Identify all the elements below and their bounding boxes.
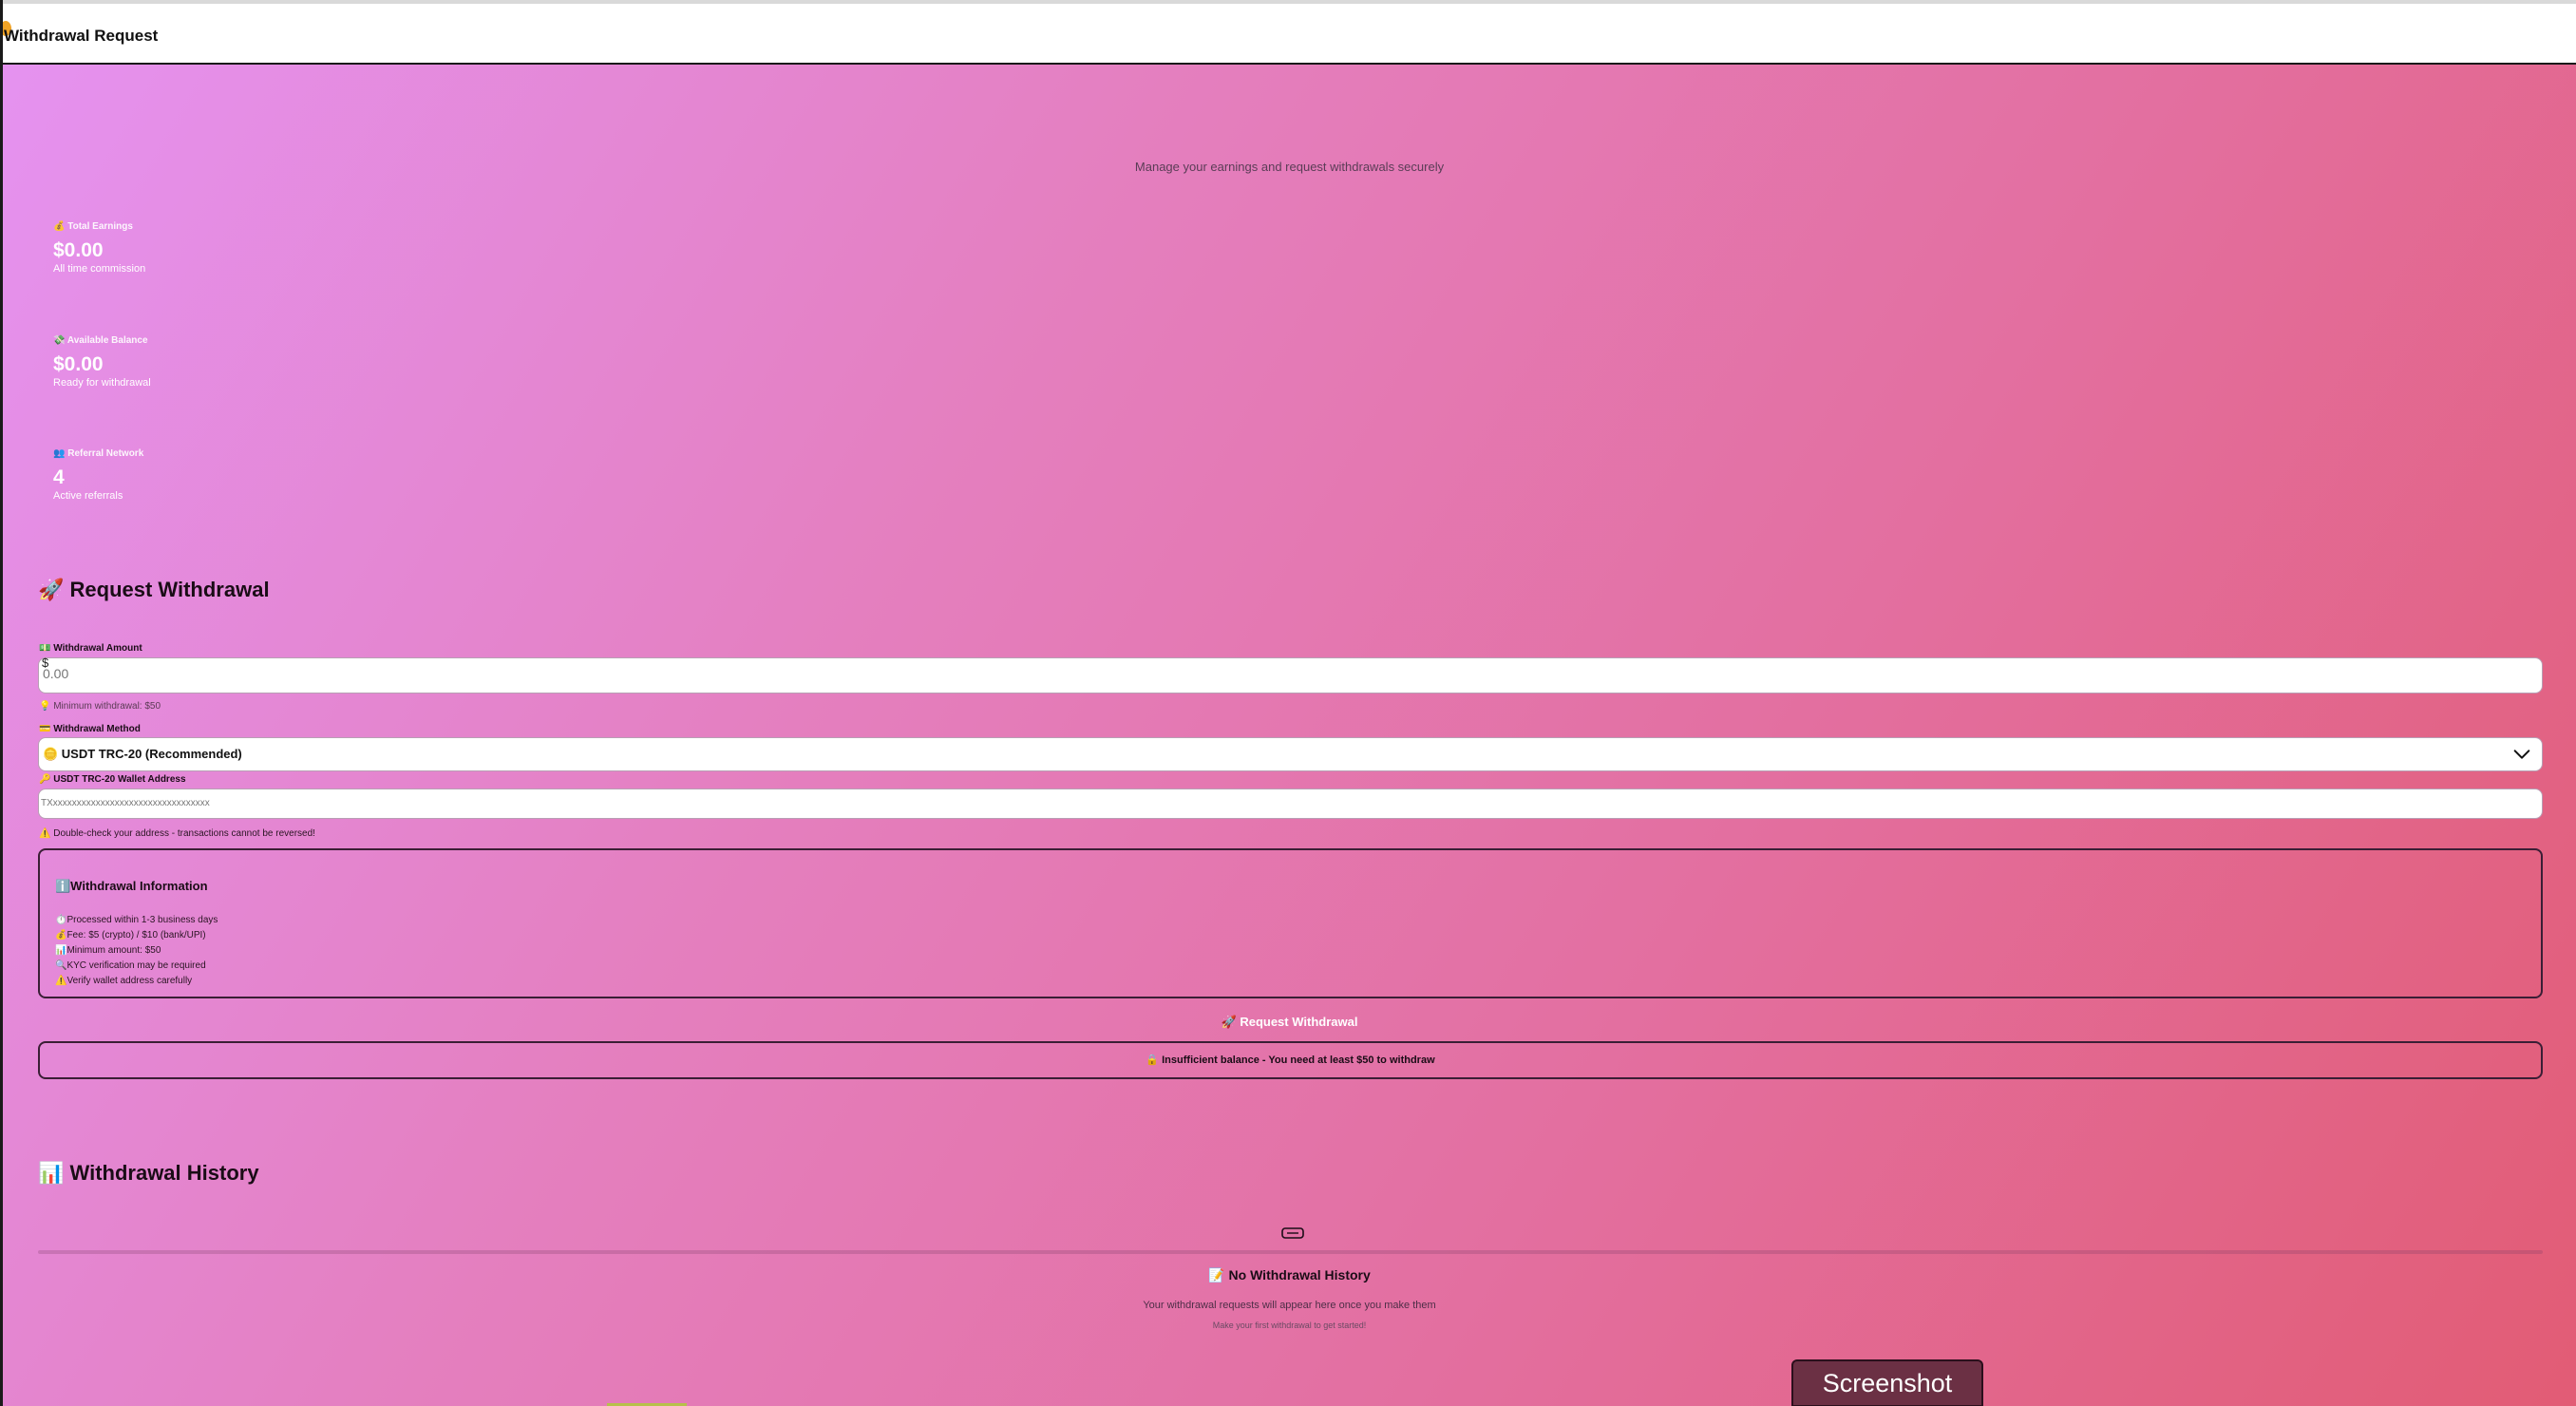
info-item: 🔍KYC verification may be required [55, 960, 206, 971]
amount-input[interactable] [43, 666, 518, 681]
wallet-field[interactable] [38, 788, 2543, 819]
withdrawal-info-card: ℹ️Withdrawal Information ⏱️Processed wit… [38, 848, 2543, 998]
method-selected-value: 🪙 USDT TRC-20 (Recommended) [43, 747, 242, 761]
stat-subtext: Ready for withdrawal [53, 377, 151, 389]
empty-history-subtitle: Your withdrawal requests will appear her… [1143, 1300, 1436, 1311]
info-item: ⏱️Processed within 1-3 business days [55, 915, 218, 925]
stat-label: 👥 Referral Network [53, 448, 144, 459]
info-item: 💰Fee: $5 (crypto) / $10 (bank/UPI) [55, 930, 206, 940]
screenshot-button[interactable]: Screenshot [1791, 1359, 1983, 1406]
main-content: Manage your earnings and request withdra… [3, 65, 2576, 1406]
chevron-down-icon [2513, 750, 2530, 759]
wallet-address-input[interactable] [41, 798, 801, 808]
stat-label: 💸 Available Balance [53, 335, 148, 346]
withdrawal-history-heading: 📊 Withdrawal History [38, 1161, 259, 1185]
info-title: ℹ️Withdrawal Information [55, 879, 208, 893]
stat-referral-network: 👥 Referral Network 4 Active referrals [53, 448, 143, 502]
empty-history-title: 📝 No Withdrawal History [1208, 1267, 1371, 1282]
page-subtitle: Manage your earnings and request withdra… [1134, 160, 1445, 174]
request-withdrawal-heading: 🚀 Request Withdrawal [38, 578, 270, 601]
history-divider [38, 1250, 2543, 1254]
request-withdrawal-button[interactable]: 🚀 Request Withdrawal [3, 1015, 2576, 1030]
empty-history-cta: Make your first withdrawal to get starte… [1212, 1320, 1367, 1330]
app-header: Withdrawal Request [0, 0, 2576, 65]
amount-label: 💵 Withdrawal Amount [39, 643, 142, 654]
info-list: ⏱️Processed within 1-3 business days 💰Fe… [55, 913, 218, 989]
method-label: 💳 Withdrawal Method [39, 724, 141, 734]
stat-subtext: All time commission [53, 263, 146, 275]
info-item: ⚠️Verify wallet address carefully [55, 976, 193, 986]
window-left-edge [0, 0, 3, 1406]
stat-value: 4 [53, 466, 65, 488]
wallet-warning: ⚠️ Double-check your address - transacti… [39, 828, 315, 839]
page-title: Withdrawal Request [4, 27, 159, 45]
stat-total-earnings: 💰 Total Earnings $0.00 All time commissi… [53, 221, 145, 275]
amount-field[interactable]: $ [38, 656, 2543, 694]
stat-value: $0.00 [53, 239, 104, 261]
stat-subtext: Active referrals [53, 490, 123, 502]
stat-available-balance: 💸 Available Balance $0.00 Ready for with… [53, 335, 151, 389]
stat-label: 💰 Total Earnings [53, 221, 133, 232]
stat-value: $0.00 [53, 353, 104, 375]
empty-history-icon [1281, 1227, 1304, 1239]
insufficient-balance-alert: 🔒 Insufficient balance - You need at lea… [38, 1041, 2543, 1079]
info-item: 📊Minimum amount: $50 [55, 945, 161, 956]
method-select[interactable]: 🪙 USDT TRC-20 (Recommended) [38, 737, 2543, 771]
wallet-label: 🔑 USDT TRC-20 Wallet Address [39, 774, 186, 785]
minimum-hint: 💡 Minimum withdrawal: $50 [39, 701, 161, 712]
